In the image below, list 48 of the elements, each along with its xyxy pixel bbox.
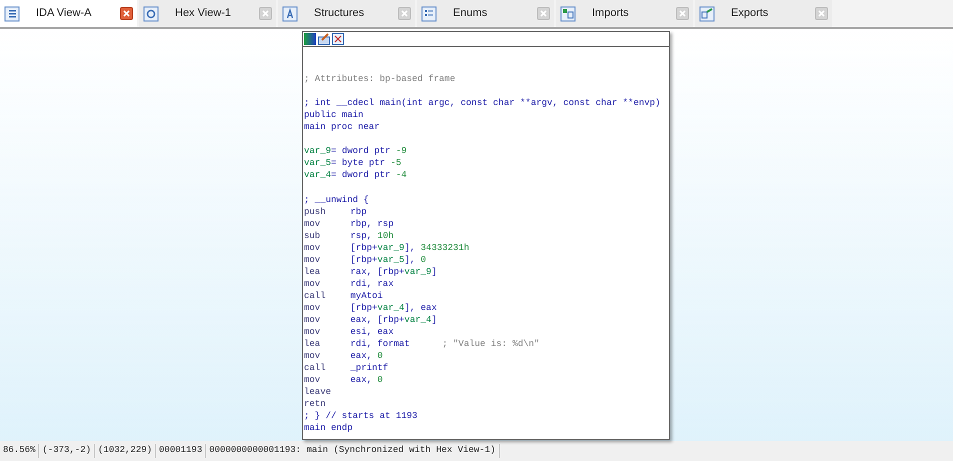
code-line: ; Attributes: bp-based frame <box>304 73 456 86</box>
code-line: mov rbp, rsp <box>304 218 394 230</box>
status-field: 0000000000001193: main (Synchronized with Hex View-1) <box>206 444 500 458</box>
code-line: call _printf <box>304 362 388 374</box>
code-line: leave <box>304 386 332 398</box>
tab-icon <box>143 6 159 22</box>
code-line: mov eax, 0 <box>304 374 383 386</box>
code-line: mov esi, eax <box>304 326 394 338</box>
tab-icon <box>4 6 20 22</box>
code-line: mov [rbp+var_5], 0 <box>304 254 426 266</box>
code-line: main endp <box>304 422 353 434</box>
tab-icon <box>421 6 437 22</box>
code-line: var_9= dword ptr -9 <box>304 145 407 158</box>
code-line: lea rdi, format ; "Value is: %d\n" <box>304 338 540 350</box>
tab[interactable]: Structures <box>278 0 415 27</box>
color-palette-icon[interactable] <box>304 33 316 45</box>
code-line: mov eax, 0 <box>304 350 383 362</box>
code-line: lea rax, [rbp+var_9] <box>304 266 437 278</box>
code-line: var_5= byte ptr -5 <box>304 157 402 170</box>
code-line: mov rdi, rax <box>304 278 394 290</box>
status-field: (-373,-2) <box>39 444 96 458</box>
code-line: push rbp <box>304 206 367 218</box>
code-line: ; __unwind { <box>304 194 369 206</box>
status-field: 86.56% <box>0 444 40 458</box>
code-line: main proc near <box>304 121 380 134</box>
code-line: ; int __cdecl main(int argc, const char **argv, const char **envp) <box>304 97 660 110</box>
status-field: 00001193 <box>156 444 206 458</box>
tab[interactable]: Imports <box>556 0 693 27</box>
close-icon[interactable] <box>120 7 133 20</box>
code-line: ; } // starts at 1193 <box>304 410 418 422</box>
code-line: sub rsp, 10h <box>304 230 394 242</box>
tab-icon <box>282 6 298 22</box>
tab[interactable]: Enums <box>417 0 554 27</box>
tab-icon <box>699 6 715 22</box>
code-line: retn <box>304 398 327 410</box>
code-line: call myAtoi <box>304 290 383 302</box>
tab[interactable]: Hex View-1 <box>139 0 276 27</box>
code-line: mov [rbp+var_4], eax <box>304 302 437 314</box>
code-line: mov [rbp+var_9], 34333231h <box>304 242 470 254</box>
tab[interactable]: Exports <box>695 0 832 27</box>
code-line: var_4= dword ptr -4 <box>304 169 407 182</box>
status-field: (1032,229) <box>95 444 156 458</box>
edit-icon[interactable] <box>318 33 330 45</box>
graph-icon[interactable] <box>332 33 344 45</box>
tab-icon <box>560 6 576 22</box>
code-line: mov eax, [rbp+var_4] <box>304 314 437 326</box>
tab[interactable]: IDA View-A <box>0 0 137 27</box>
code-line: public main <box>304 109 364 122</box>
